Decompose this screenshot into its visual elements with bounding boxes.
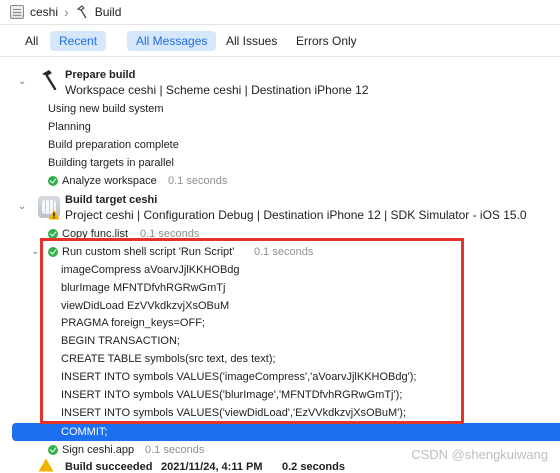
success-check-icon [48,176,58,186]
filter-recent[interactable]: Recent [50,31,107,51]
log-step-analyze[interactable]: Analyze workspace 0.1 seconds [0,172,560,190]
log-line: Using new build system [48,103,164,115]
log-group-subtitle: Project ceshi | Configuration Debug | De… [65,208,527,222]
divider [0,56,560,57]
breadcrumb: ceshi › Build [0,0,560,24]
highlight-box [40,238,464,424]
breadcrumb-build[interactable]: Build [95,5,122,19]
divider [0,24,560,25]
selected-log-row[interactable]: COMMIT; [12,423,560,441]
breadcrumb-project[interactable]: ceshi [30,5,58,19]
log-line: Planning [48,121,91,133]
log-group-subtitle: Workspace ceshi | Scheme ceshi | Destina… [65,83,369,97]
chevron-right-icon: › [64,4,69,20]
filter-bar: All Recent All Messages All Issues Error… [0,30,560,52]
log-line: Building targets in parallel [48,157,174,169]
filter-all[interactable]: All [16,31,47,51]
filter-all-issues[interactable]: All Issues [217,31,286,51]
hammer-icon [76,5,87,19]
filter-all-messages[interactable]: All Messages [127,31,217,51]
filter-errors-only[interactable]: Errors Only [287,31,366,51]
watermark: CSDN @shengkuiwang [411,447,548,462]
success-check-icon [48,445,58,455]
project-icon [10,5,24,19]
log-line: Build preparation complete [48,139,179,151]
